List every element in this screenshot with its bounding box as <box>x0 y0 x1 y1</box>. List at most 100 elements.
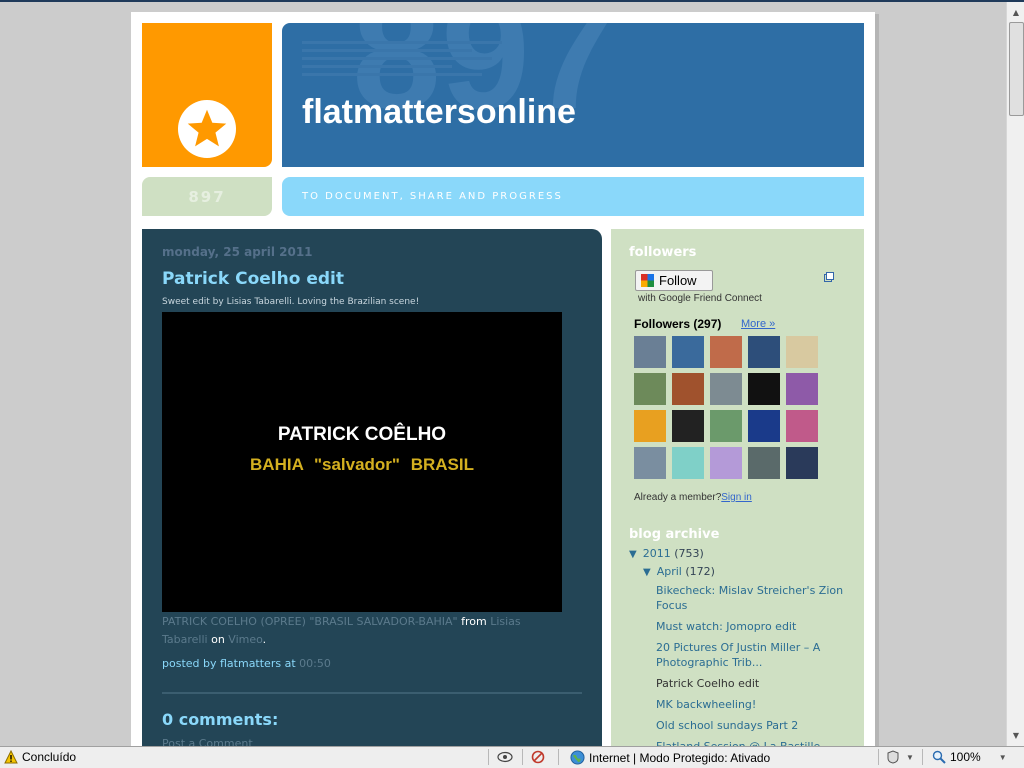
triangle-down-icon[interactable]: ▼ <box>629 549 637 560</box>
video-player[interactable]: PATRICK COÊLHO BAHIA "salvador" BRASIL <box>162 312 562 612</box>
already-member: Already a member?Sign in <box>634 492 752 503</box>
followers-heading: followers <box>629 245 697 260</box>
zone-text: Internet | Modo Protegido: Ativado <box>589 750 771 765</box>
popup-blocked-icon[interactable] <box>531 750 545 764</box>
globe-icon <box>570 750 585 765</box>
follower-avatar[interactable] <box>748 336 780 368</box>
post-divider <box>162 692 582 694</box>
follower-avatar[interactable] <box>786 336 818 368</box>
browser-status-bar: Concluído Internet | Modo Protegido: Ati… <box>0 746 1024 768</box>
archive-post-current: Patrick Coelho edit <box>656 677 760 690</box>
follower-avatar[interactable] <box>672 336 704 368</box>
video-caption: PATRICK COELHO (OPREE) "BRASIL SALVADOR-… <box>162 613 582 649</box>
post-footer: posted by flatmatters at 00:50 <box>162 657 331 670</box>
sign-in-link[interactable]: Sign in <box>721 492 752 503</box>
archive-heading: blog archive <box>629 527 720 542</box>
status-done: Concluído <box>4 750 76 764</box>
follower-avatar[interactable] <box>786 373 818 405</box>
follower-avatar[interactable] <box>748 447 780 479</box>
posted-by: posted by flatmatters at <box>162 657 296 670</box>
post-intro: Sweet edit by Lisias Tabarelli. Loving t… <box>162 297 420 307</box>
archive-post-link[interactable]: Must watch: Jomopro edit <box>656 619 846 634</box>
vimeo-link[interactable]: Vimeo <box>228 633 262 646</box>
archive-post-link[interactable]: 20 Pictures Of Justin Miller – A Photogr… <box>656 640 846 670</box>
follower-avatar-grid <box>634 336 824 479</box>
page-shadow <box>875 14 879 752</box>
follower-avatar[interactable] <box>748 410 780 442</box>
follower-avatar[interactable] <box>710 336 742 368</box>
archive-post-link[interactable]: MK backwheeling! <box>656 697 846 712</box>
archive-post-link[interactable]: Old school sundays Part 2 <box>656 718 846 733</box>
star-icon <box>178 100 236 158</box>
caption-from: from <box>461 615 487 628</box>
blog-title[interactable]: flatmattersonline <box>302 93 576 132</box>
video-title-line2: BAHIA "salvador" BRASIL <box>250 455 474 474</box>
already-member-text: Already a member? <box>634 492 722 503</box>
chevron-down-icon[interactable]: ▼ <box>906 753 914 762</box>
header-number-box: 897 <box>142 177 272 216</box>
blog-page: 897 flatmattersonline 897 TO DOCUMENT, S… <box>131 12 875 752</box>
header-number: 897 <box>188 187 226 206</box>
archive-year-count: (753) <box>674 547 704 560</box>
caption-end: . <box>262 633 267 646</box>
archive-year[interactable]: ▼ 2011 (753) <box>629 547 704 560</box>
scroll-down-arrow-icon[interactable]: ▼ <box>1007 727 1024 744</box>
blog-tagline: TO DOCUMENT, SHARE AND PROGRESS <box>302 191 563 202</box>
chevron-down-icon[interactable]: ▼ <box>999 753 1007 762</box>
comments-heading: 0 comments: <box>162 710 279 729</box>
follower-avatar[interactable] <box>634 447 666 479</box>
video-title-line1: PATRICK COÊLHO <box>277 424 447 445</box>
status-separator <box>558 749 559 765</box>
privacy-eye-icon[interactable] <box>497 750 513 764</box>
follow-label: Follow <box>659 273 697 288</box>
follow-button[interactable]: Follow <box>635 270 713 291</box>
follower-avatar[interactable] <box>672 373 704 405</box>
status-separator <box>522 749 523 765</box>
shield-settings-icon <box>887 750 899 764</box>
archive-month-label[interactable]: April <box>657 565 682 578</box>
header-title-box: 897 flatmattersonline <box>282 23 864 167</box>
status-separator <box>488 749 489 765</box>
followers-count: Followers (297) <box>634 317 722 331</box>
post-time-link[interactable]: 00:50 <box>299 657 331 670</box>
follower-avatar[interactable] <box>786 410 818 442</box>
video-link[interactable]: PATRICK COELHO (OPREE) "BRASIL SALVADOR-… <box>162 615 458 628</box>
post-title[interactable]: Patrick Coelho edit <box>162 269 344 289</box>
follower-avatar[interactable] <box>710 447 742 479</box>
follower-avatar[interactable] <box>634 336 666 368</box>
sidebar: followers Follow with Google Friend Conn… <box>611 229 864 752</box>
window-top-border <box>0 0 1024 2</box>
caption-on: on <box>211 633 225 646</box>
follower-avatar[interactable] <box>672 447 704 479</box>
archive-month-count: (172) <box>685 565 715 578</box>
follower-avatar[interactable] <box>748 373 780 405</box>
main-content: monday, 25 april 2011 Patrick Coelho edi… <box>142 229 602 752</box>
follower-avatar[interactable] <box>710 373 742 405</box>
status-separator <box>922 749 923 765</box>
follower-avatar[interactable] <box>634 410 666 442</box>
author-link-first[interactable]: Lisias <box>490 615 520 628</box>
archive-post-link[interactable]: Bikecheck: Mislav Streicher's Zion Focus <box>656 583 846 613</box>
follower-avatar[interactable] <box>672 410 704 442</box>
triangle-down-icon[interactable]: ▼ <box>643 567 651 578</box>
follower-avatar[interactable] <box>710 410 742 442</box>
followers-more-link[interactable]: More » <box>741 318 775 330</box>
follower-avatar[interactable] <box>786 447 818 479</box>
scroll-thumb[interactable] <box>1009 22 1024 116</box>
scroll-up-arrow-icon[interactable]: ▲ <box>1007 4 1024 21</box>
archive-year-label[interactable]: 2011 <box>643 547 671 560</box>
popout-icon[interactable] <box>824 272 834 282</box>
header-decoration <box>302 41 512 81</box>
warning-icon <box>4 750 18 764</box>
google-icon <box>641 274 654 287</box>
protected-mode-menu[interactable]: ▼ <box>886 750 914 764</box>
vertical-scrollbar[interactable]: ▲ ▼ <box>1006 2 1024 746</box>
zoom-control[interactable]: 100% ▼ <box>932 750 1007 764</box>
follower-avatar[interactable] <box>634 373 666 405</box>
zoom-level: 100% <box>950 750 981 764</box>
author-link-last[interactable]: Tabarelli <box>162 633 208 646</box>
security-zone[interactable]: Internet | Modo Protegido: Ativado <box>570 750 770 765</box>
tagline-box: TO DOCUMENT, SHARE AND PROGRESS <box>282 177 864 216</box>
zoom-icon <box>932 750 946 764</box>
archive-month[interactable]: ▼ April (172) <box>643 565 715 578</box>
